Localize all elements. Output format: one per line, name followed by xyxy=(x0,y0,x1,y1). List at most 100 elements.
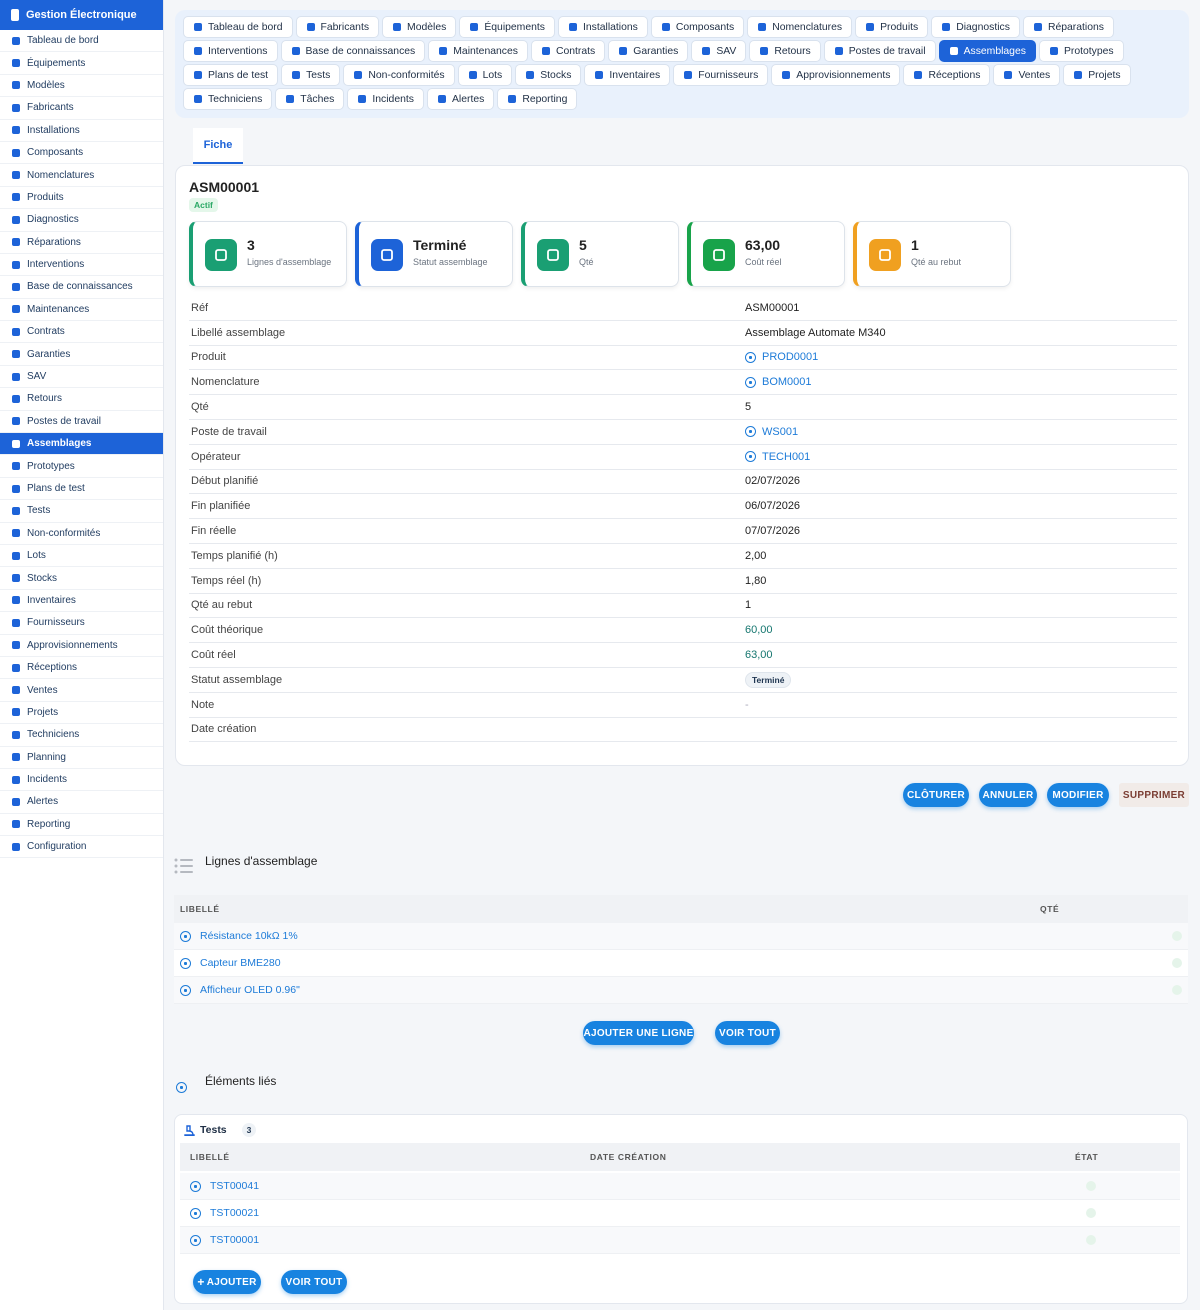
topnav-item-20[interactable]: Plans de test xyxy=(183,64,279,86)
link-icon xyxy=(180,930,191,942)
sidebar-item-14[interactable]: Garanties xyxy=(0,343,163,366)
topnav-item-0[interactable]: Tableau de bord xyxy=(183,16,293,38)
topnav-item-12[interactable]: Maintenances xyxy=(428,40,528,62)
topnav-item-18[interactable]: Assemblages xyxy=(938,40,1036,62)
field-value[interactable]: BOM0001 xyxy=(762,376,812,388)
sidebar-item-7[interactable]: Produits xyxy=(0,187,163,210)
sidebar-item-16[interactable]: Retours xyxy=(0,388,163,411)
sidebar-item-35[interactable]: Reporting xyxy=(0,814,163,837)
topnav-item-1[interactable]: Fabricants xyxy=(295,16,380,38)
sidebar-item-20[interactable]: Plans de test xyxy=(0,478,163,501)
topnav-item-23[interactable]: Lots xyxy=(457,64,513,86)
topnav-item-27[interactable]: Approvisionnements xyxy=(771,64,901,86)
topnav-item-2[interactable]: Modèles xyxy=(382,16,457,38)
sidebar-item-label: Diagnostics xyxy=(27,214,79,226)
view-all-lines-button[interactable]: VOIR TOUT xyxy=(715,1021,780,1045)
sidebar-item-15[interactable]: SAV xyxy=(0,366,163,389)
sidebar-item-4[interactable]: Installations xyxy=(0,120,163,142)
topnav-item-8[interactable]: Diagnostics xyxy=(931,16,1020,38)
sidebar-item-36[interactable]: Configuration xyxy=(0,836,163,859)
sidebar-item-12[interactable]: Maintenances xyxy=(0,299,163,322)
topnav-item-13[interactable]: Contrats xyxy=(530,40,606,62)
sidebar-item-5[interactable]: Composants xyxy=(0,142,163,165)
field-label: Temps réel (h) xyxy=(191,574,262,587)
topnav-item-25[interactable]: Inventaires xyxy=(584,64,671,86)
add-line-button[interactable]: AJOUTER UNE LIGNE xyxy=(583,1021,694,1045)
nav-icon xyxy=(1049,47,1058,55)
sidebar-item-17[interactable]: Postes de travail xyxy=(0,411,163,434)
sidebar-item-8[interactable]: Diagnostics xyxy=(0,209,163,232)
app-brand[interactable]: Gestion Électronique xyxy=(0,0,163,30)
sidebar-item-18[interactable]: Assemblages xyxy=(0,433,163,456)
topnav-item-9[interactable]: Réparations xyxy=(1022,16,1114,38)
topnav-item-34[interactable]: Alertes xyxy=(426,88,495,110)
sidebar-item-31[interactable]: Techniciens xyxy=(0,724,163,747)
sidebar-item-30[interactable]: Projets xyxy=(0,702,163,725)
supprimer-button[interactable]: SUPPRIMER xyxy=(1119,783,1189,807)
sidebar-item-6[interactable]: Nomenclatures xyxy=(0,164,163,187)
sidebar-item-3[interactable]: Fabricants xyxy=(0,97,163,120)
topnav-item-17[interactable]: Postes de travail xyxy=(823,40,936,62)
topnav-item-19[interactable]: Prototypes xyxy=(1038,40,1124,62)
sidebar-item-29[interactable]: Ventes xyxy=(0,679,163,702)
field-value[interactable]: TECH001 xyxy=(762,451,810,463)
topnav-item-22[interactable]: Non-conformités xyxy=(343,64,455,86)
sidebar-item-27[interactable]: Approvisionnements xyxy=(0,635,163,657)
topnav-item-28[interactable]: Réceptions xyxy=(903,64,991,86)
sidebar-item-11[interactable]: Base de connaissances xyxy=(0,276,163,299)
line-libelle[interactable]: Résistance 10kΩ 1% xyxy=(200,930,298,942)
sidebar-item-label: Réparations xyxy=(27,236,81,248)
test-libelle[interactable]: TST00001 xyxy=(210,1234,259,1246)
topnav-item-4[interactable]: Installations xyxy=(557,16,648,38)
cloturer-button[interactable]: CLÔTURER xyxy=(903,783,969,807)
topnav-item-14[interactable]: Garanties xyxy=(608,40,689,62)
sidebar-item-10[interactable]: Interventions xyxy=(0,254,163,277)
sidebar-item-33[interactable]: Incidents xyxy=(0,769,163,792)
sidebar-item-9[interactable]: Réparations xyxy=(0,232,163,254)
topnav-item-7[interactable]: Produits xyxy=(855,16,929,38)
sidebar-item-26[interactable]: Fournisseurs xyxy=(0,612,163,635)
sidebar-item-23[interactable]: Lots xyxy=(0,545,163,568)
topnav-item-6[interactable]: Nomenclatures xyxy=(747,16,853,38)
topnav-item-30[interactable]: Projets xyxy=(1063,64,1131,86)
sidebar-item-0[interactable]: Tableau de bord xyxy=(0,30,163,53)
sidebar-item-34[interactable]: Alertes xyxy=(0,791,163,814)
test-libelle[interactable]: TST00041 xyxy=(210,1180,259,1192)
field-value[interactable]: WS001 xyxy=(762,426,798,438)
tab-fiche[interactable]: Fiche xyxy=(193,128,243,164)
topnav-item-11[interactable]: Base de connaissances xyxy=(280,40,426,62)
sidebar-item-25[interactable]: Inventaires xyxy=(0,590,163,613)
test-libelle[interactable]: TST00021 xyxy=(210,1207,259,1219)
sidebar-item-21[interactable]: Tests xyxy=(0,500,163,523)
add-test-button[interactable]: + AJOUTER xyxy=(193,1270,261,1294)
sidebar-item-1[interactable]: Équipements xyxy=(0,52,163,75)
sidebar-item-22[interactable]: Non-conformités xyxy=(0,523,163,545)
line-libelle[interactable]: Capteur BME280 xyxy=(200,957,281,969)
sidebar-item-19[interactable]: Prototypes xyxy=(0,455,163,478)
topnav-item-16[interactable]: Retours xyxy=(749,40,821,62)
field-value[interactable]: PROD0001 xyxy=(762,351,818,363)
sidebar-item-2[interactable]: Modèles xyxy=(0,75,163,98)
sidebar-item-13[interactable]: Contrats xyxy=(0,321,163,344)
line-libelle[interactable]: Afficheur OLED 0.96" xyxy=(200,984,300,996)
topnav-item-5[interactable]: Composants xyxy=(650,16,745,38)
sidebar-item-24[interactable]: Stocks xyxy=(0,567,163,590)
sidebar-item-28[interactable]: Réceptions xyxy=(0,657,163,680)
topnav-item-label: Approvisionnements xyxy=(796,69,891,81)
annuler-button[interactable]: ANNULER xyxy=(979,783,1037,807)
topnav-item-21[interactable]: Tests xyxy=(281,64,341,86)
modifier-button[interactable]: MODIFIER xyxy=(1047,783,1109,807)
topnav-item-32[interactable]: Tâches xyxy=(275,88,345,110)
topnav-item-10[interactable]: Interventions xyxy=(183,40,278,62)
factory-icon xyxy=(11,103,20,112)
topnav-item-26[interactable]: Fournisseurs xyxy=(673,64,769,86)
topnav-item-31[interactable]: Techniciens xyxy=(183,88,273,110)
topnav-item-24[interactable]: Stocks xyxy=(515,64,582,86)
topnav-item-29[interactable]: Ventes xyxy=(993,64,1061,86)
topnav-item-15[interactable]: SAV xyxy=(691,40,747,62)
view-all-tests-button[interactable]: VOIR TOUT xyxy=(281,1270,347,1294)
sidebar-item-32[interactable]: Planning xyxy=(0,747,163,769)
topnav-item-33[interactable]: Incidents xyxy=(347,88,424,110)
topnav-item-35[interactable]: Reporting xyxy=(497,88,578,110)
topnav-item-3[interactable]: Équipements xyxy=(459,16,555,38)
